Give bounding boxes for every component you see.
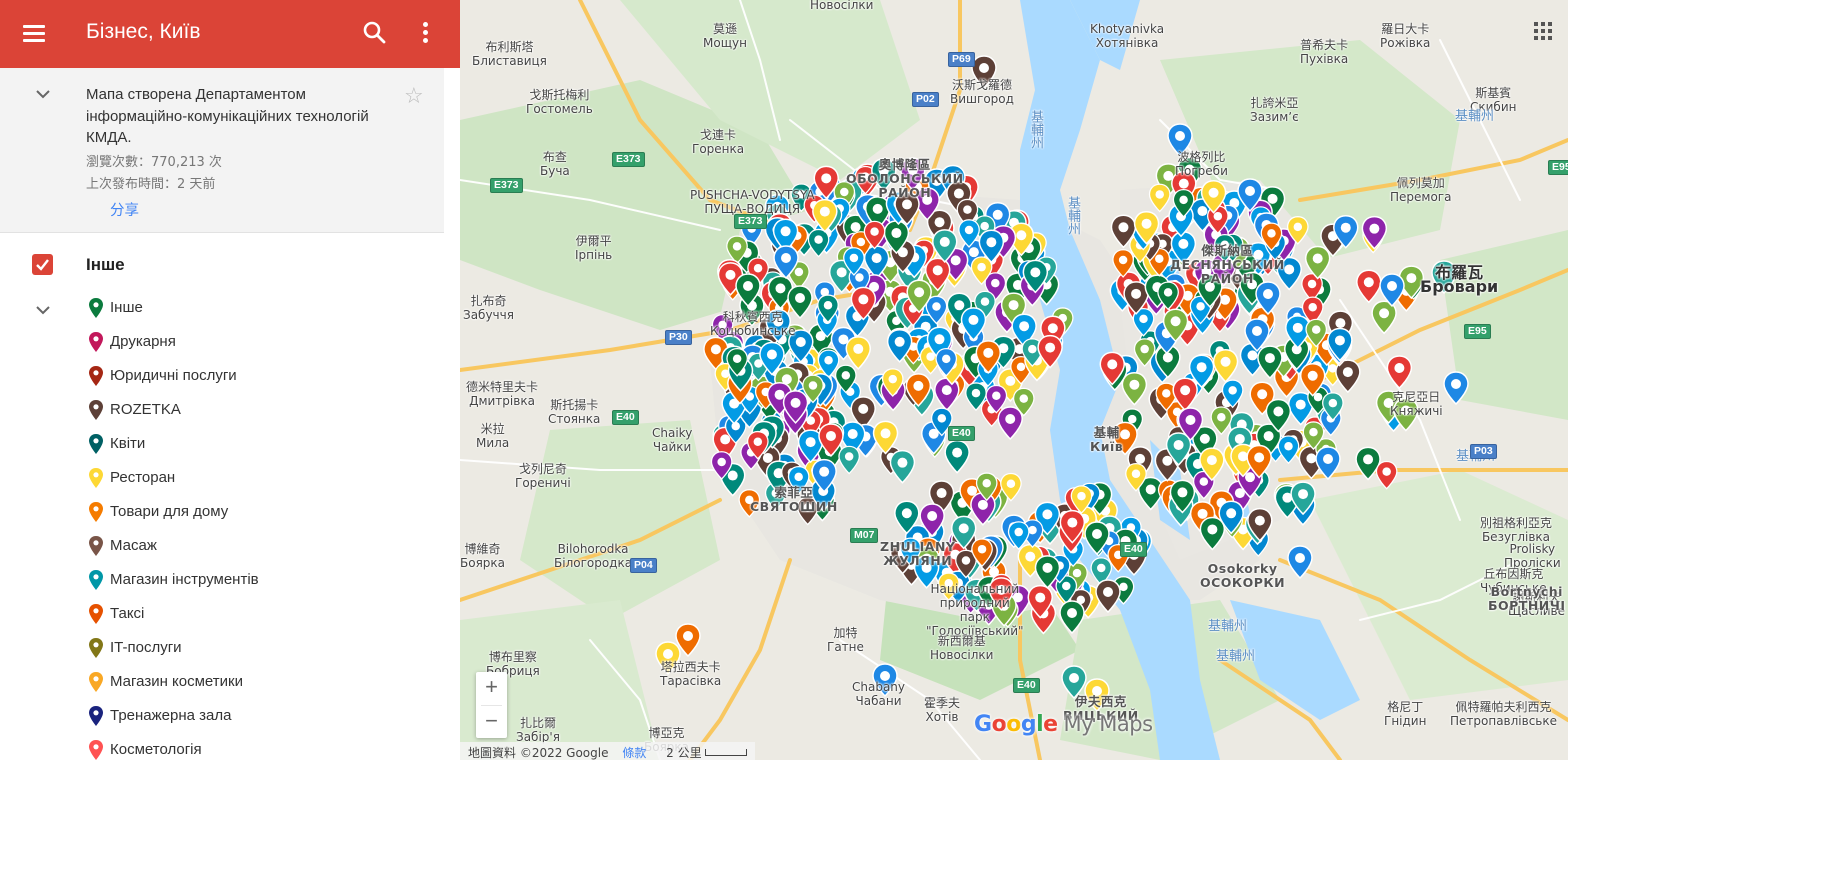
legend-item-label: Товари для дому	[110, 503, 229, 520]
legend-item[interactable]: Інше	[0, 291, 444, 325]
map-title: Бізнес, Київ	[86, 20, 201, 43]
road-shield: E373	[490, 178, 523, 193]
map-pin-icon	[89, 400, 103, 420]
google-my-maps-logo: Google My Maps	[974, 712, 1153, 737]
legend-item[interactable]: Таксі	[0, 597, 444, 631]
checkbox-checked-icon[interactable]	[32, 254, 53, 275]
side-panel: Бізнес, Київ Мапа створена Департаментом…	[0, 0, 460, 890]
share-link[interactable]: 分享	[110, 199, 139, 220]
apps-grid-icon[interactable]	[1534, 22, 1552, 40]
map-pin-icon	[89, 536, 103, 556]
legend-item[interactable]: Друкарня	[0, 325, 444, 359]
attribution-text: 地圖資料 ©2022 Google	[468, 746, 609, 760]
road-shield: P69	[948, 52, 975, 67]
legend-item-label: Друкарня	[110, 333, 176, 350]
legend-item[interactable]: Тренажерна зала	[0, 699, 444, 733]
layer-name[interactable]: Інше	[86, 255, 125, 275]
legend-item[interactable]: Масаж	[0, 529, 444, 563]
road-shield: E373	[734, 214, 767, 229]
legend-item-label: Тренажерна зала	[110, 707, 232, 724]
map-description: Мапа створена Департаментом інформаційно…	[86, 86, 369, 146]
legend-item[interactable]: Косметологія	[0, 733, 444, 767]
map-pin-icon	[89, 332, 103, 352]
my-maps-logo-text: My Maps	[1063, 712, 1153, 736]
hamburger-icon[interactable]	[20, 19, 48, 47]
map-pin-icon	[89, 502, 103, 522]
zoom-out-button[interactable]: −	[476, 706, 507, 738]
panel-header: Бізнес, Київ	[0, 0, 460, 68]
legend-item[interactable]: IT-послуги	[0, 631, 444, 665]
terms-link[interactable]: 條款	[622, 746, 646, 760]
road-shield: E95	[1548, 160, 1568, 175]
legend-item[interactable]: ROZETKA	[0, 393, 444, 427]
legend-item[interactable]: Товари для дому	[0, 495, 444, 529]
zoom-in-button[interactable]: +	[476, 672, 507, 704]
map-pin-icon	[89, 604, 103, 624]
legend-item[interactable]: Магазин косметики	[0, 665, 444, 699]
map-info: Мапа створена Департаментом інформаційно…	[0, 68, 444, 233]
map-pin-icon	[89, 468, 103, 488]
legend-item-label: Масаж	[110, 537, 157, 554]
legend-item-label: Квіти	[110, 435, 146, 452]
legend-item[interactable]: Магазин інструментів	[0, 563, 444, 597]
view-count: 瀏覽次數：770,213 次	[86, 155, 222, 170]
zoom-control: + −	[476, 672, 507, 738]
legend-item-label: Ресторан	[110, 469, 176, 486]
road-shield: E40	[948, 426, 975, 441]
legend-item[interactable]: Квіти	[0, 427, 444, 461]
legend-item-label: Магазин інструментів	[110, 571, 259, 588]
page-background-bottom	[460, 760, 1568, 890]
road-shield: P30	[665, 330, 692, 345]
legend-item-label: Таксі	[110, 605, 145, 622]
map-pin-icon	[89, 706, 103, 726]
map-base	[460, 0, 1568, 760]
road-shield: E40	[612, 410, 639, 425]
map-pin-icon	[89, 672, 103, 692]
legend-item-label: ROZETKA	[110, 401, 181, 418]
page-background-right	[1568, 0, 1838, 890]
star-outline-icon[interactable]: ☆	[404, 85, 424, 107]
google-logo-text: Google	[974, 712, 1058, 737]
legend-item[interactable]: Ресторан	[0, 461, 444, 495]
last-published: 上次發布時間：2 天前	[86, 177, 216, 192]
road-shield: P04	[630, 558, 657, 573]
legend-item-label: Косметологія	[110, 741, 202, 758]
legend-item-label: Юридичні послуги	[110, 367, 237, 384]
legend-item-label: IT-послуги	[110, 639, 182, 656]
search-icon[interactable]	[362, 20, 388, 46]
road-shield: M07	[850, 528, 879, 543]
road-shield: E40	[1120, 542, 1147, 557]
road-shield: E95	[1464, 324, 1491, 339]
road-shield: P03	[1470, 444, 1497, 459]
scale-label: 2 公里	[666, 746, 702, 760]
map-pin-icon	[89, 366, 103, 386]
chevron-down-icon[interactable]	[34, 85, 52, 103]
map-pin-icon	[89, 570, 103, 590]
map-attribution: 地圖資料 ©2022 Google 條款 2 公里	[460, 742, 755, 760]
road-shield: E373	[612, 152, 645, 167]
map-canvas[interactable]: 莫遜 Мощун Новосілки Khotyanivka Хотянівка 羅日大卡…	[460, 0, 1568, 760]
more-vert-icon[interactable]	[414, 20, 438, 46]
map-pin-icon	[89, 298, 103, 318]
road-shield: P02	[912, 92, 939, 107]
legend-item-label: Інше	[110, 299, 143, 316]
legend-item-label: Магазин косметики	[110, 673, 243, 690]
road-shield: E40	[1013, 678, 1040, 693]
legend-item[interactable]: Юридичні послуги	[0, 359, 444, 393]
map-pin-icon	[89, 740, 103, 760]
map-pin-icon	[89, 638, 103, 658]
scale-bar	[704, 749, 747, 756]
map-pin-icon	[89, 434, 103, 454]
